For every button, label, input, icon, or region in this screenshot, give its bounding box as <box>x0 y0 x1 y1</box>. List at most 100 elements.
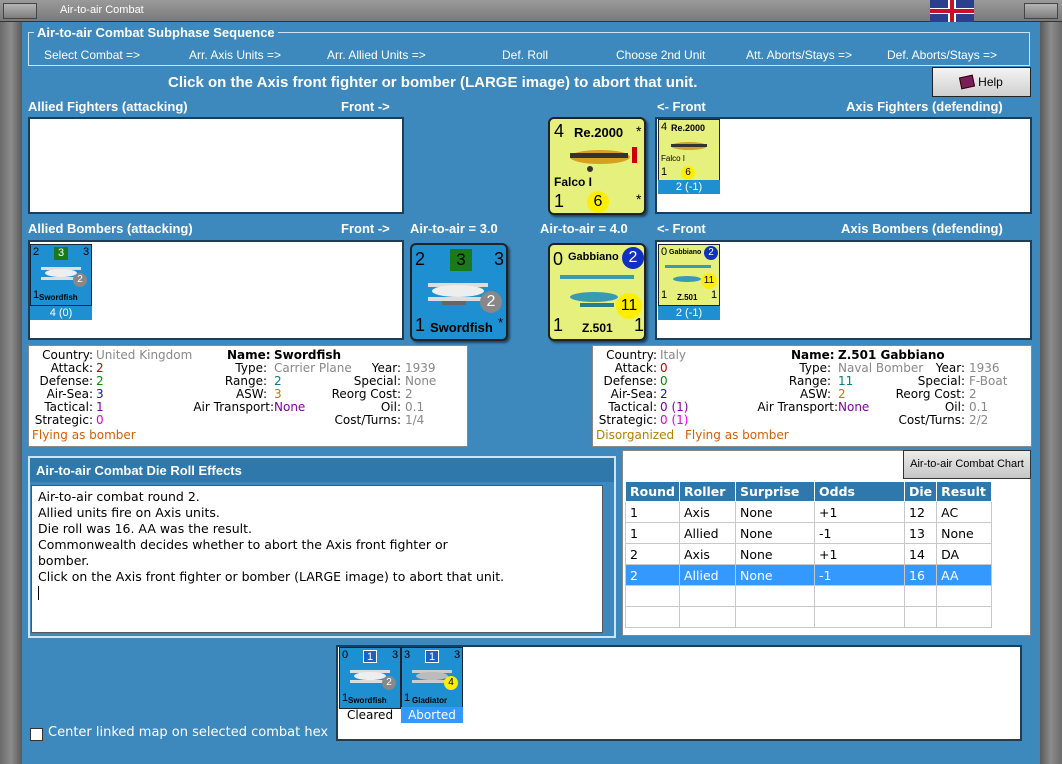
help-button[interactable]: Help <box>932 67 1031 97</box>
die-line: Allied units fire on Axis units. <box>38 505 220 520</box>
cnt-bl: 1 <box>661 166 668 178</box>
seq-arr-axis: Arr. Axis Units => <box>189 48 282 62</box>
die-line: Click on the Axis front fighter or bombe… <box>38 569 505 584</box>
airsea-value: 2 <box>660 387 668 401</box>
cell-surprise: None <box>735 501 815 523</box>
special-key: Special: <box>917 374 965 388</box>
close-button[interactable] <box>1024 3 1058 19</box>
cell-die: 12 <box>903 501 938 523</box>
year-key: Year: <box>935 361 965 375</box>
swordfish-front-counter[interactable]: 2 3 3 2 1 Swordfish * <box>410 243 508 341</box>
help-label: Help <box>978 75 1003 89</box>
airtrans-value: None <box>838 400 870 414</box>
table-row[interactable]: 2 Axis None +1 14 DA <box>625 543 993 565</box>
range-value: 11 <box>838 374 854 388</box>
results-heading: Results of Current Combat <box>624 457 790 472</box>
cnt-sub: Z.501 <box>582 321 613 335</box>
center-map-checkbox[interactable] <box>30 728 43 741</box>
axis-bombers-label: Axis Bombers (defending) <box>841 221 1003 236</box>
cnt-sub: Falco I <box>661 154 686 163</box>
reorg-key: Reorg Cost: <box>331 387 401 401</box>
cnt-bl: 1 <box>661 289 668 301</box>
cnt-mid: 1 <box>363 650 377 663</box>
cell-surprise: None <box>735 543 815 565</box>
die-line: Commonwealth decides whether to abort th… <box>38 537 448 552</box>
strategic-key: Strategic: <box>34 413 93 427</box>
axis-unit-info: Country: Italy Attack: 0 Defense: 0 Air-… <box>592 345 1032 447</box>
col-surprise[interactable]: Surprise <box>735 481 815 502</box>
col-round[interactable]: Round <box>625 481 680 502</box>
cell-odds: -1 <box>814 522 905 544</box>
table-row-selected[interactable]: 2 Allied None -1 16 AA <box>625 564 993 586</box>
swordfish-counter-small[interactable]: 2 3 3 2 1 Swordfish <box>30 244 92 306</box>
air-combat-chart-button[interactable]: Air-to-air Combat Chart <box>903 450 1031 479</box>
special-value: F-Boat <box>969 374 1008 388</box>
col-result[interactable]: Result <box>936 481 993 502</box>
defense-key: Defense: <box>603 374 657 388</box>
cnt-mid: 3 <box>450 249 472 271</box>
center-map-label: Center linked map on selected combat hex <box>48 725 329 740</box>
cell-round: 1 <box>625 501 680 523</box>
status-text: Flying as bomber <box>32 428 136 442</box>
cell-result: AC <box>936 501 993 523</box>
cnt-tl: 2 <box>415 249 426 269</box>
cnt-tr: 3 <box>392 649 399 661</box>
country-key: Country: <box>42 348 93 362</box>
resolved-gladiator-counter[interactable]: 3 1 3 4 1 Gladiator <box>401 647 463 709</box>
country-key: Country: <box>606 348 657 362</box>
cnt-circle: 6 <box>587 191 609 213</box>
die-effects-heading: Air-to-air Combat Die Roll Effects <box>30 458 614 482</box>
cnt-star: * <box>636 123 642 139</box>
axis-fighters-front: <- Front <box>657 99 706 114</box>
cnt-circle-yellow: 11 <box>701 273 717 289</box>
die-line: Die roll was 16. AA was the result. <box>38 521 253 536</box>
gabbiano-band: 2 (-1) <box>658 306 720 320</box>
table-row[interactable]: 1 Axis None +1 12 AC <box>625 501 993 523</box>
die-effects-text[interactable]: Air-to-air combat round 2. Allied units … <box>31 485 603 633</box>
cnt-tl: 2 <box>33 246 40 258</box>
cnt-name: Gabbiano <box>568 251 619 263</box>
type-value: Carrier Plane <box>274 361 352 375</box>
gabbiano-front-counter[interactable]: 0 Gabbiano 2 11 1 Z.501 1 <box>548 243 646 341</box>
re2000-front-counter[interactable]: 4 Re.2000 * Falco I 1 6 * <box>548 117 646 215</box>
gabbiano-counter-small[interactable]: 0 Gabbiano 2 11 1 Z.501 1 <box>658 244 720 306</box>
name-value: Swordfish <box>274 348 342 362</box>
defense-key: Defense: <box>39 374 93 388</box>
cnt-sub: Z.501 <box>677 293 698 302</box>
die-line: bomber. <box>38 553 90 568</box>
seq-def-roll: Def. Roll <box>502 48 549 62</box>
cnt-circle: 2 <box>73 273 87 287</box>
cost-value: 1/4 <box>405 413 425 427</box>
range-key: Range: <box>224 374 267 388</box>
year-value: 1939 <box>405 361 436 375</box>
re2000-band: 2 (-1) <box>658 180 720 194</box>
year-key: Year: <box>371 361 401 375</box>
menu-button[interactable] <box>3 3 37 19</box>
cnt-tl: 4 <box>554 121 565 141</box>
tactical-key: Tactical: <box>608 400 657 414</box>
cnt-circle-blue: 2 <box>704 246 718 260</box>
allied-fighters-panel[interactable] <box>28 117 404 214</box>
oil-key: Oil: <box>380 400 401 414</box>
strategic-value: 0 (1) <box>660 413 689 427</box>
cell-odds: +1 <box>814 543 905 565</box>
col-odds[interactable]: Odds <box>814 481 905 502</box>
resolved-swordfish-counter[interactable]: 0 1 3 2 1 Swordfish <box>339 647 401 709</box>
cnt-tl: 3 <box>404 649 411 661</box>
cell-round: 2 <box>625 564 680 586</box>
asw-value: 3 <box>274 387 282 401</box>
seq-def-aborts: Def. Aborts/Stays => <box>887 48 998 62</box>
air-to-air-axis: Air-to-air = 4.0 <box>540 221 628 236</box>
asw-key: ASW: <box>235 387 267 401</box>
cnt-name: Gabbiano <box>669 249 702 256</box>
attack-value: 0 <box>660 361 668 375</box>
cnt-tr: 3 <box>83 246 90 258</box>
re2000-counter-small[interactable]: 4 Re.2000 Falco I 1 6 <box>658 119 720 181</box>
table-row[interactable]: 1 Allied None -1 13 None <box>625 522 993 544</box>
col-die[interactable]: Die <box>903 481 938 502</box>
cell-odds: +1 <box>814 501 905 523</box>
col-roller[interactable]: Roller <box>679 481 736 502</box>
cell-surprise: None <box>735 564 815 586</box>
cell-round: 2 <box>625 543 680 565</box>
air-to-air-allied: Air-to-air = 3.0 <box>410 221 498 236</box>
